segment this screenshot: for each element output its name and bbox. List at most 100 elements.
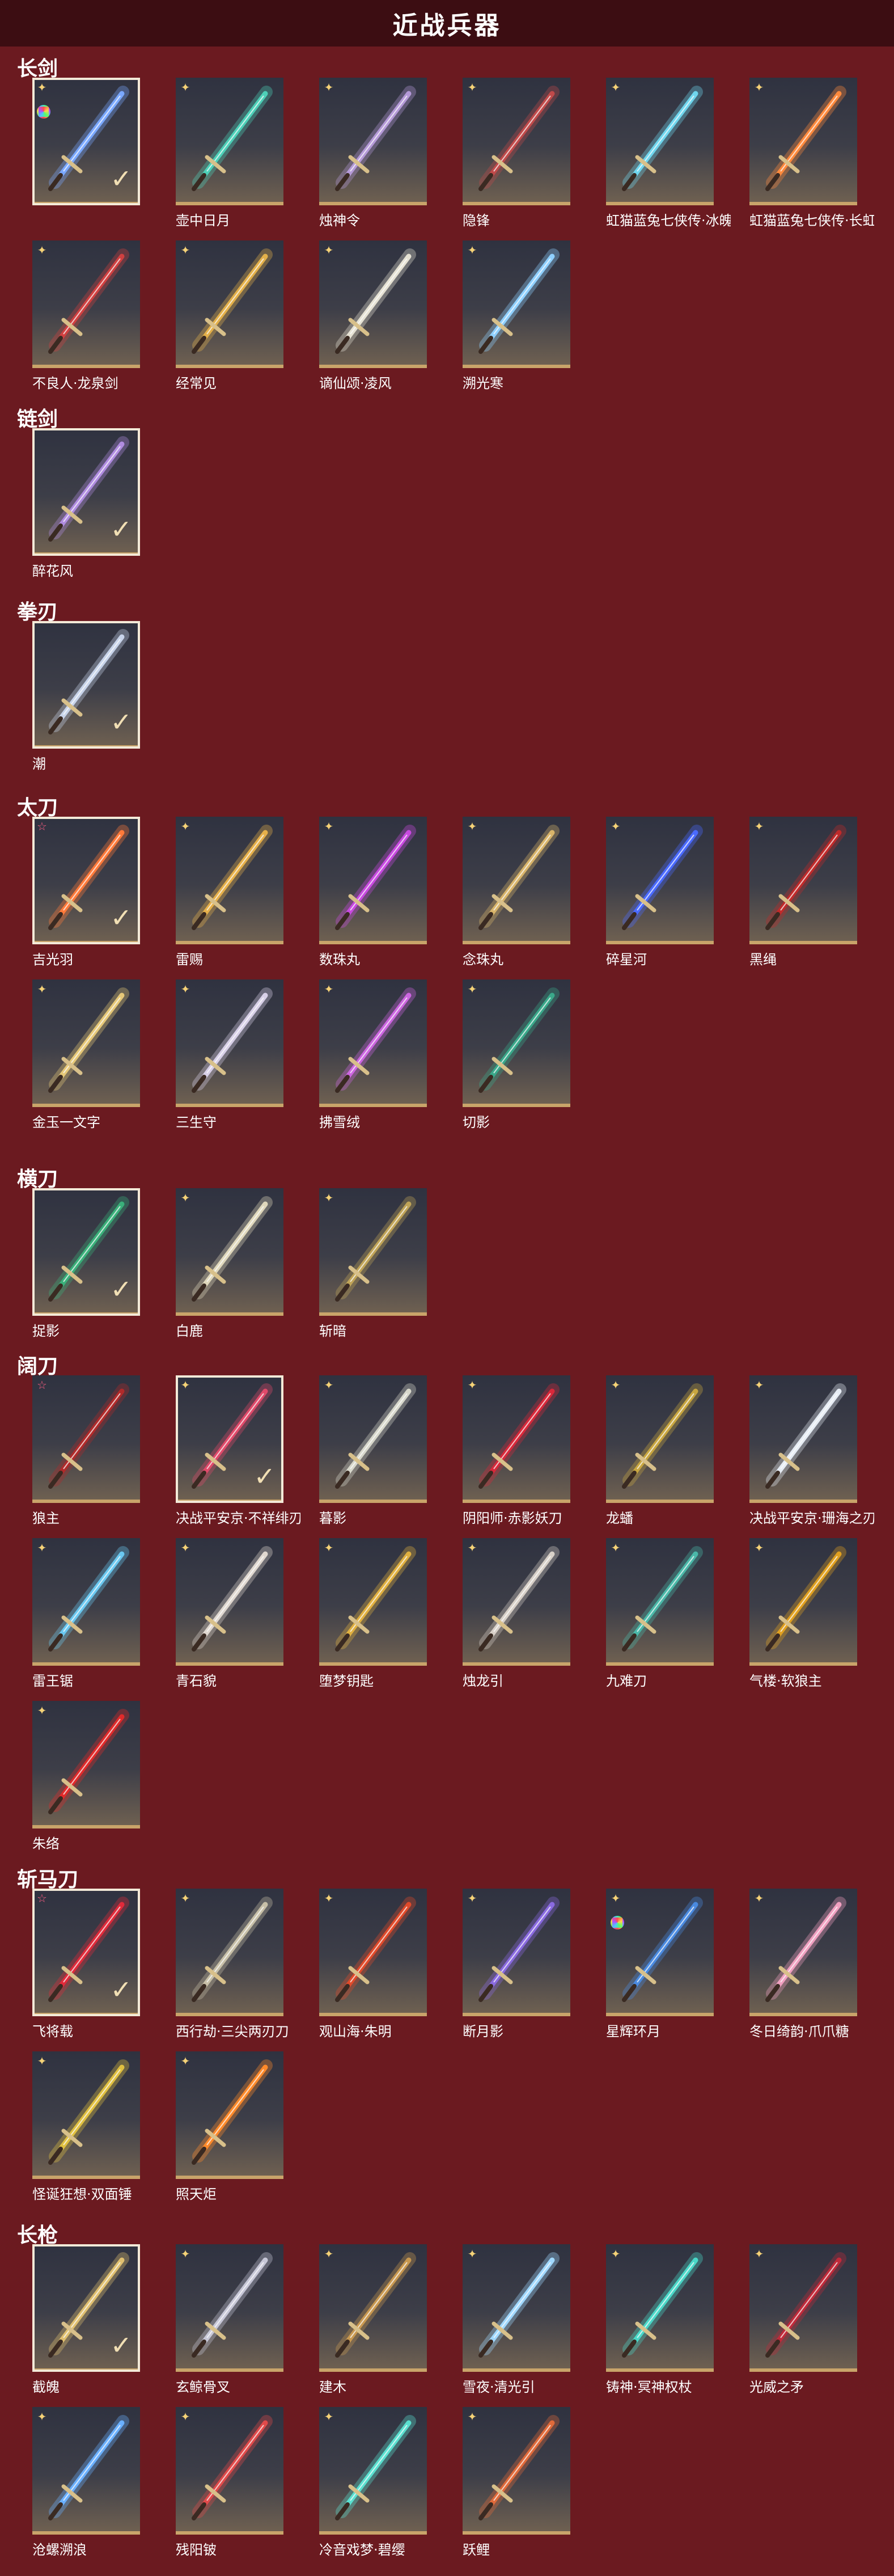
weapon-card[interactable]: ✦ 虹猫蓝兔七侠传·冰魄剑 (606, 78, 731, 229)
weapon-card[interactable]: ✦ 朱络 (32, 1701, 140, 1852)
weapon-card[interactable]: ☆ ✓ 飞将载 (32, 1889, 140, 2039)
weapon-card[interactable]: ✓ 截魄 (32, 2244, 140, 2395)
weapon-thumbnail: ✦ (463, 78, 570, 205)
weapon-card[interactable]: ✦ 沧螺溯浪 (32, 2407, 140, 2558)
weapon-image-icon (335, 1897, 416, 2002)
weapon-card[interactable]: ✦ 白鹿 (176, 1188, 283, 1339)
weapon-name: 虹猫蓝兔七侠传·冰魄剑 (606, 213, 731, 229)
weapon-card[interactable]: ✦ 跃鲤 (463, 2407, 570, 2558)
weapon-card[interactable]: ✦ 拂雪绒 (319, 979, 427, 1130)
weapon-thumbnail: ✦ (749, 1889, 857, 2016)
weapon-card[interactable]: ✦ 烛龙引 (463, 1538, 570, 1689)
weapon-name: 金玉一文字 (32, 1114, 100, 1130)
weapon-card[interactable]: ✓ 潮 (32, 621, 140, 772)
quality-star-icon: ✦ (37, 982, 47, 996)
weapon-name: 念珠丸 (463, 952, 503, 968)
equipped-check-icon: ✓ (110, 707, 132, 737)
weapon-card[interactable]: ✦ 三生守 (176, 979, 283, 1130)
weapon-thumbnail: ✦ (606, 78, 714, 205)
weapon-card[interactable]: ☆ ✓ 吉光羽 (32, 817, 140, 968)
weapon-card[interactable]: ✦ 西行劫·三尖两刃刀 (176, 1889, 289, 2039)
weapon-card[interactable]: ✦ 建木 (319, 2244, 427, 2395)
weapon-image-icon (478, 1546, 560, 1652)
weapon-thumbnail: ✦ (319, 2244, 427, 2372)
weapon-card[interactable]: ✦ 念珠丸 (463, 817, 570, 968)
weapon-card[interactable]: ✦ ✓ 决战平安京·不祥绯刃 (176, 1375, 300, 1526)
weapon-image-icon (335, 2415, 416, 2520)
weapon-card[interactable]: ✦ 溯光寒 (463, 240, 570, 391)
quality-star-icon: ✦ (324, 1891, 334, 1905)
weapon-thumbnail: ✦ (319, 817, 427, 944)
weapon-card[interactable]: ✦ 断月影 (463, 1889, 570, 2039)
weapon-card[interactable]: ✦ 堕梦钥匙 (319, 1538, 427, 1689)
weapon-card[interactable]: ✦ 黑绳 (749, 817, 857, 968)
weapon-card[interactable]: ☆ 狼主 (32, 1375, 140, 1526)
weapon-image-icon (192, 825, 273, 930)
equipped-check-icon: ✓ (253, 1461, 276, 1492)
weapon-card[interactable]: ✦ 铸神·冥神权杖 (606, 2244, 714, 2395)
weapon-card[interactable]: ✦ 冷音戏梦·碧缨 (319, 2407, 427, 2558)
weapon-thumbnail: ✦ (606, 817, 714, 944)
weapon-card[interactable]: ✦ 雪夜·清光引 (463, 2244, 570, 2395)
weapon-card[interactable]: ✦ 经常见 (176, 240, 283, 391)
weapon-name: 玄鲸骨叉 (176, 2379, 230, 2395)
weapon-name: 断月影 (463, 2024, 503, 2039)
weapon-card[interactable]: ✦ 切影 (463, 979, 570, 1130)
weapon-card[interactable]: ✦ 冬日绮韵·爪爪糖 (749, 1889, 857, 2039)
weapon-card[interactable]: ✦ 残阳铍 (176, 2407, 283, 2558)
weapon-card[interactable]: ✓ 捉影 (32, 1188, 140, 1339)
weapon-thumbnail: ✦ (606, 2244, 714, 2372)
weapon-card[interactable]: ✦ 碎星河 (606, 817, 714, 968)
weapon-name: 白鹿 (176, 1323, 203, 1339)
weapon-name: 决战平安京·珊海之刃 (749, 1510, 874, 1526)
weapon-name: 截魄 (32, 2379, 60, 2395)
weapon-card[interactable]: ✦ 壶中日月 (176, 78, 283, 229)
weapon-card[interactable]: ✦ 青石貌 (176, 1538, 283, 1689)
quality-star-icon: ✦ (180, 982, 190, 996)
weapon-card[interactable]: ✦ 暮影 (319, 1375, 427, 1526)
weapon-thumbnail: ✦ (606, 1375, 714, 1503)
weapon-card[interactable]: ✦ 玄鲸骨叉 (176, 2244, 283, 2395)
weapon-thumbnail: ✦ (319, 78, 427, 205)
weapon-image-icon (335, 987, 416, 1093)
weapon-image-icon (48, 1383, 129, 1489)
weapon-card[interactable]: ✦ 数珠丸 (319, 817, 427, 968)
weapon-name: 捉影 (32, 1323, 60, 1339)
weapon-card[interactable]: ✦ 九难刀 (606, 1538, 714, 1689)
quality-star-icon: ✦ (754, 81, 764, 94)
quality-star-icon: ✦ (324, 982, 334, 996)
weapon-card[interactable]: ✦ 谪仙颂·凌风 (319, 240, 427, 391)
weapon-name: 九难刀 (606, 1673, 647, 1689)
weapon-card[interactable]: ✦ 决战平安京·珊海之刃 (749, 1375, 874, 1526)
weapon-card[interactable]: ✦ 气楼·软狼主 (749, 1538, 857, 1689)
weapon-card[interactable]: ✦ 金玉一文字 (32, 979, 140, 1130)
quality-star-icon: ✦ (180, 81, 190, 94)
weapon-thumbnail: ✦ (32, 240, 140, 368)
weapon-card[interactable]: ✦ 龙蟠 (606, 1375, 714, 1526)
weapon-card[interactable]: ✦ 虹猫蓝兔七侠传·长虹剑 (749, 78, 874, 229)
weapon-image-icon (622, 825, 703, 930)
weapon-card[interactable]: ✦ 光威之矛 (749, 2244, 857, 2395)
weapon-name: 怪诞狂想·双面锤 (32, 2186, 132, 2202)
weapon-name: 青石貌 (176, 1673, 217, 1689)
weapon-card[interactable]: ✦ 斩暗 (319, 1188, 427, 1339)
weapon-image-icon (48, 248, 129, 354)
weapon-thumbnail: ✦ (176, 1188, 283, 1316)
weapon-card[interactable]: ✦ 隐锋 (463, 78, 570, 229)
weapon-card[interactable]: ✦ 照天炬 (176, 2051, 283, 2202)
weapon-card[interactable]: ✦ 阴阳师·赤影妖刀 (463, 1375, 570, 1526)
weapon-thumbnail: ✦ (749, 78, 857, 205)
weapon-card[interactable]: ✦ 雷王锯 (32, 1538, 140, 1689)
weapon-card[interactable]: ✦ 观山海·朱明 (319, 1889, 427, 2039)
weapon-image-icon (335, 86, 416, 191)
weapon-card[interactable]: ✦ ✓ (32, 78, 140, 205)
weapon-image-icon (478, 987, 560, 1093)
weapon-image-icon (192, 86, 273, 191)
weapon-card[interactable]: ✦ 怪诞狂想·双面锤 (32, 2051, 140, 2202)
weapon-card[interactable]: ✦ 不良人·龙泉剑 (32, 240, 140, 391)
weapon-card[interactable]: ✦ 雷赐 (176, 817, 283, 968)
weapon-card[interactable]: ✓ 醉花风 (32, 428, 140, 579)
weapon-card[interactable]: ✦ 星辉环月 (606, 1889, 714, 2039)
weapon-card[interactable]: ✦ 烛神令 (319, 78, 427, 229)
quality-star-icon: ✦ (467, 1891, 477, 1905)
